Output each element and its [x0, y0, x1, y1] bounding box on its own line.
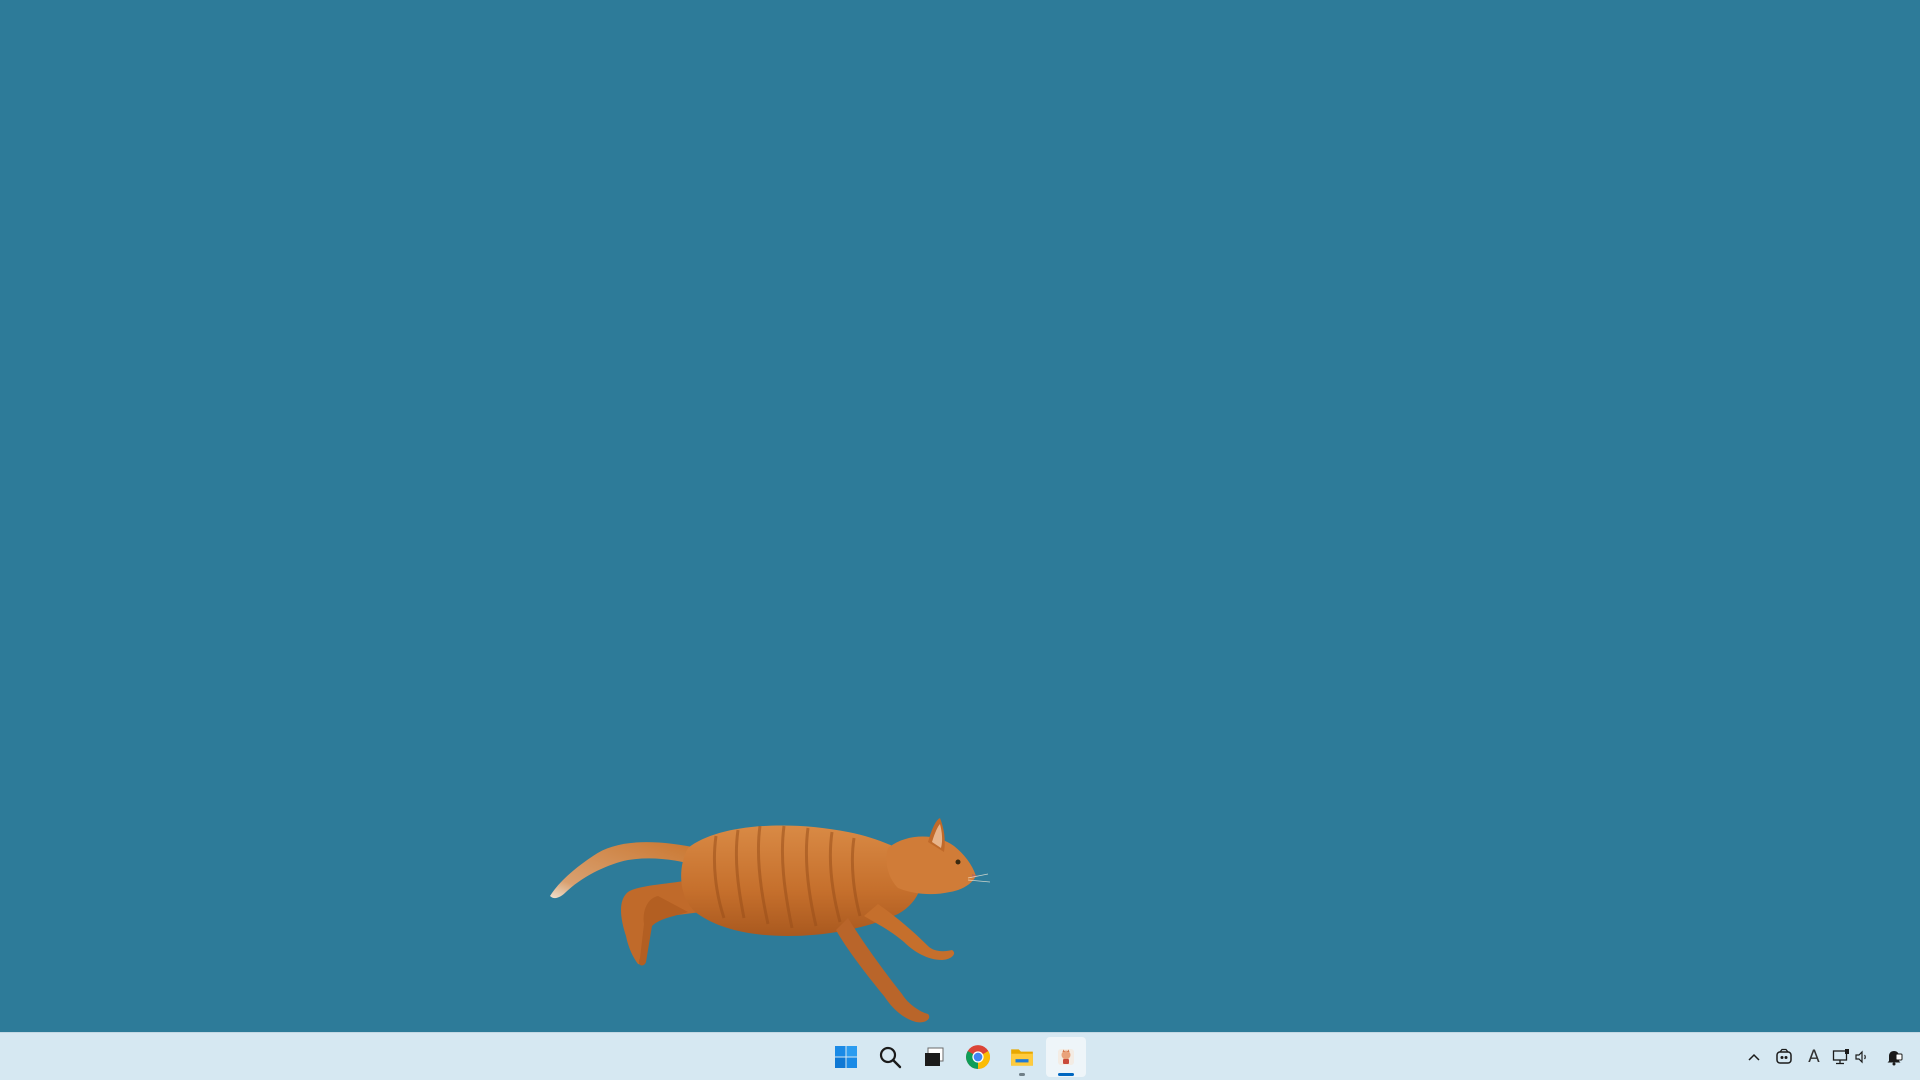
- notification-icon: [1887, 1051, 1903, 1066]
- desktop-pet-app-button[interactable]: [1046, 1037, 1086, 1077]
- desktop-pet-app-icon: [1058, 1049, 1074, 1065]
- file-explorer-button[interactable]: [1002, 1037, 1042, 1077]
- start-button[interactable]: [826, 1037, 866, 1077]
- network-volume-button[interactable]: [1832, 1041, 1870, 1073]
- network-icon: [1832, 1049, 1849, 1065]
- notification-center-button[interactable]: [1882, 1041, 1906, 1073]
- active-indicator: [1058, 1073, 1074, 1076]
- file-explorer-icon: [1011, 1049, 1033, 1066]
- cat-image: [550, 818, 991, 1023]
- chevron-up-icon: [1748, 1053, 1760, 1061]
- task-view-icon: [925, 1047, 944, 1066]
- desktop[interactable]: [0, 0, 1920, 1032]
- search-button[interactable]: [870, 1037, 910, 1077]
- search-icon: [879, 1046, 902, 1069]
- chrome-button[interactable]: [958, 1037, 998, 1077]
- input-indicator[interactable]: A: [1802, 1041, 1826, 1073]
- volume-icon: [1855, 1050, 1866, 1064]
- copilot-tray-button[interactable]: [1772, 1041, 1796, 1073]
- start-icon: [835, 1046, 857, 1068]
- show-hidden-icons-button[interactable]: [1742, 1041, 1766, 1073]
- copilot-icon: [1776, 1048, 1792, 1064]
- running-indicator: [1019, 1073, 1025, 1076]
- task-view-button[interactable]: [914, 1037, 954, 1077]
- system-tray: A: [1742, 1033, 1906, 1081]
- taskbar: A: [0, 1032, 1920, 1080]
- chrome-icon: [966, 1045, 990, 1069]
- taskbar-pinned-apps: [826, 1033, 1086, 1081]
